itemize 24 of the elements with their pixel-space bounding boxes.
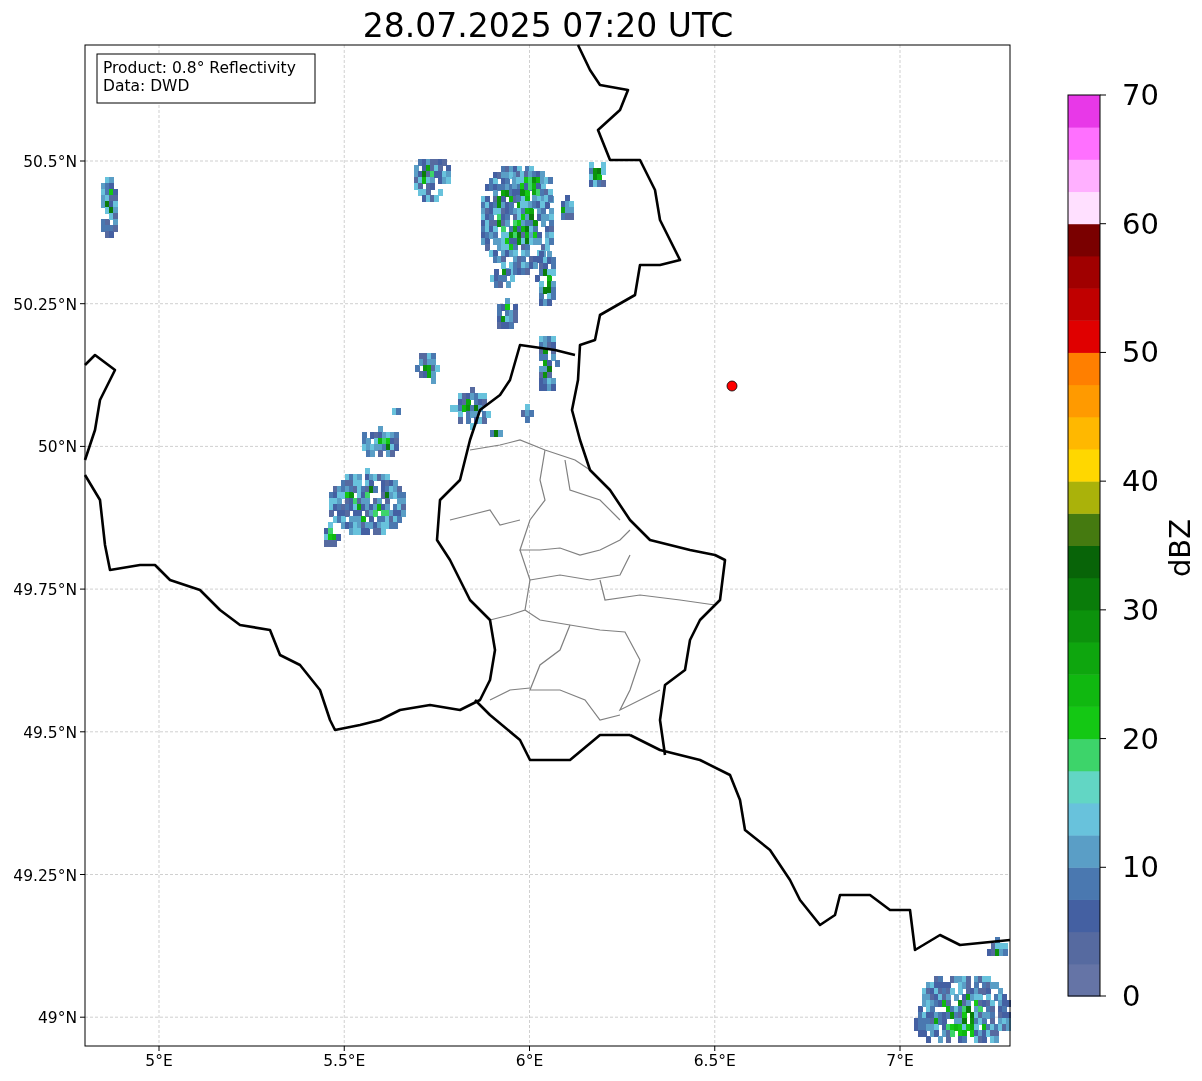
longitude-label: 5.5°E (323, 1052, 366, 1070)
longitude-label: 6°E (515, 1052, 544, 1070)
longitude-label: 6.5°E (693, 1052, 736, 1070)
latitude-label: 50°N (37, 438, 77, 457)
colorbar-tick-label: 10 (1122, 850, 1159, 885)
colorbar-tick-label: 70 (1122, 78, 1159, 112)
colorbar-tick-label: 0 (1122, 979, 1141, 1013)
latitude-label: 49.75°N (13, 581, 77, 600)
latitude-label: 50.5°N (23, 153, 77, 171)
info-text: Data: DWD (103, 77, 190, 95)
latitude-label: 49.25°N (13, 866, 77, 885)
colorbar-label: dBZ (1163, 518, 1197, 578)
colorbar-tick-label: 60 (1122, 206, 1159, 241)
latitude-label: 49°N (37, 1009, 77, 1028)
chart-title: 28.07.2025 07:20 UTC (362, 6, 734, 45)
latitude-label: 49.5°N (23, 723, 77, 742)
longitude-label: 7°E (886, 1052, 914, 1070)
longitude-label: 5°E (145, 1052, 173, 1070)
colorbar-tick-label: 30 (1122, 592, 1159, 627)
info-text: Product: 0.8° Reflectivity (103, 59, 296, 77)
colorbar-tick-label: 40 (1122, 464, 1159, 499)
latitude-label: 50.25°N (13, 295, 77, 314)
colorbar-tick-label: 50 (1122, 335, 1159, 370)
colorbar-tick-label: 20 (1122, 721, 1159, 756)
